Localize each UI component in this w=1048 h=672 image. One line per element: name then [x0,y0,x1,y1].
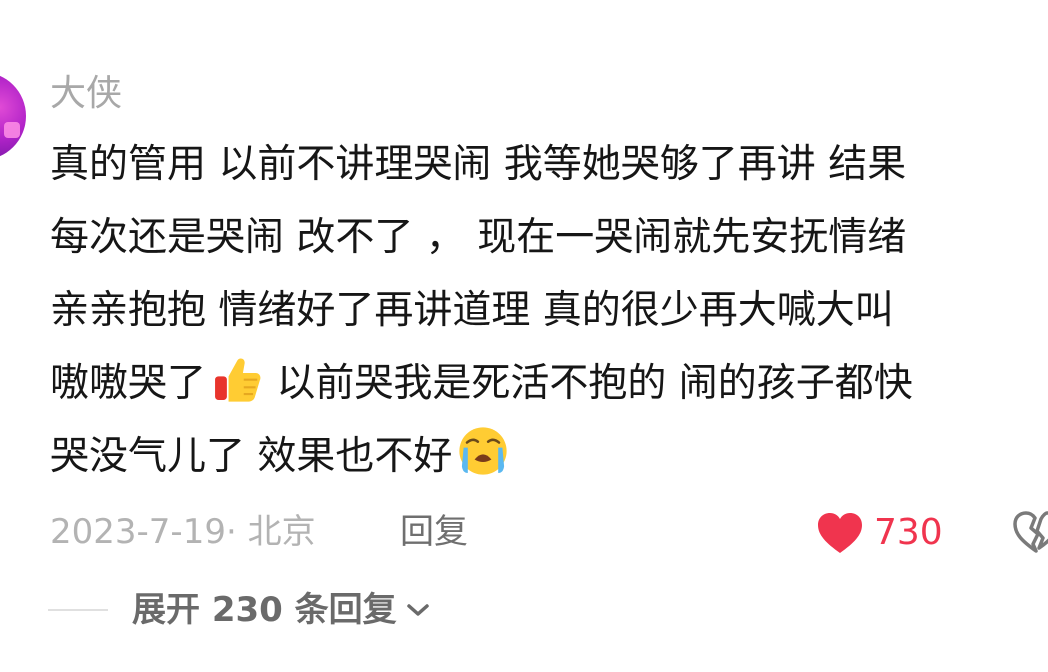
loudly-crying-face-emoji [459,427,508,475]
thumbs-up-emoji [215,358,261,402]
divider [48,609,108,611]
expand-replies-label: 展开 230 条回复 [132,590,397,630]
comment-line-segment: 嗷嗷哭了 [50,361,207,406]
expand-replies: 展开 230 条回复 [48,584,648,636]
comment-line: 嗷嗷哭了 以前哭我是死活不抱的 闹的孩子都快 [50,347,1048,420]
comment-author[interactable]: 大侠 [50,70,122,118]
comment-line: 亲亲抱抱 情绪好了再讲道理 真的很少再大喊大叫 [50,288,894,333]
comment-item: 大侠 真的管用 以前不讲理哭闹 我等她哭够了再讲 结果 每次还是哭闹 改不了 ，… [0,0,1048,672]
comment-date-location: 2023-7-19· 北京 [50,512,316,552]
like-count: 730 [874,512,943,553]
comment-line-segment: 以前哭我是死活不抱的 闹的孩子都快 [264,361,913,406]
broken-heart-icon[interactable] [1012,510,1048,554]
comment-line: 真的管用 以前不讲理哭闹 我等她哭够了再讲 结果 [50,142,907,187]
comment-line: 每次还是哭闹 改不了 ， 现在一哭闹就先安抚情绪 [50,215,907,260]
like-button[interactable]: 730 [816,510,943,556]
comment-meta: 2023-7-19· 北京 回复 730 [50,506,1048,558]
comment-line-segment: 哭没气儿了 效果也不好 [50,434,453,479]
reply-button[interactable]: 回复 [400,506,468,558]
heart-icon [818,513,862,553]
avatar-decoration [4,122,20,138]
expand-replies-button[interactable]: 展开 230 条回复 [132,584,431,636]
avatar[interactable] [0,72,26,160]
chevron-down-icon [406,604,429,616]
comment-line: 哭没气儿了 效果也不好 [50,420,1048,493]
comment-text: 真的管用 以前不讲理哭闹 我等她哭够了再讲 结果 每次还是哭闹 改不了 ， 现在… [50,128,1048,493]
